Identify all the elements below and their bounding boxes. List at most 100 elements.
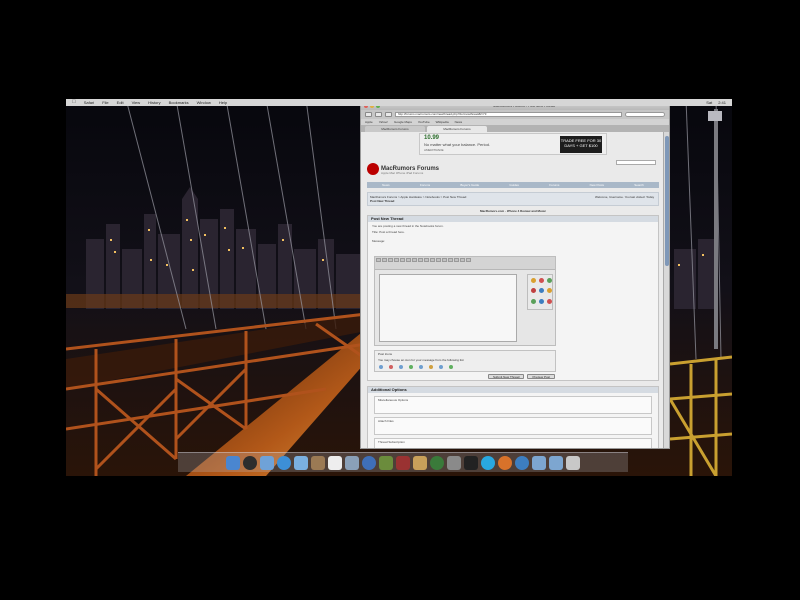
font-select[interactable] xyxy=(376,258,381,262)
nav-forums-2[interactable]: Forums xyxy=(549,182,559,188)
nav-forums[interactable]: Forums xyxy=(420,182,430,188)
folder-icon[interactable] xyxy=(532,455,546,470)
forward-button[interactable] xyxy=(375,112,382,117)
forum-search-input[interactable] xyxy=(616,160,656,165)
size-select[interactable] xyxy=(382,258,387,262)
submit-thread-button[interactable]: Submit New Thread xyxy=(488,374,525,379)
smiley-icon[interactable] xyxy=(531,278,536,283)
post-icon-radio[interactable] xyxy=(429,365,433,369)
skype-icon[interactable] xyxy=(481,455,495,470)
menu-item-edit[interactable]: Edit xyxy=(117,99,124,106)
bookmark-item[interactable]: News xyxy=(455,119,463,125)
menu-item-help[interactable]: Help xyxy=(219,99,227,106)
ical-icon[interactable] xyxy=(328,455,342,470)
bookmark-item[interactable]: Yahoo! xyxy=(379,119,388,125)
dashboard-icon[interactable] xyxy=(243,455,257,470)
menu-item-window[interactable]: Window xyxy=(197,99,211,106)
smiley-icon[interactable] xyxy=(547,288,552,294)
announcement-link[interactable]: MacRumors.com - iPhone 4 Review and Musi… xyxy=(367,209,659,213)
nav-search[interactable]: Search xyxy=(634,182,644,188)
align-center-button[interactable] xyxy=(430,258,435,262)
bold-button[interactable] xyxy=(406,258,411,262)
site-tagline: Apple Mac iPhone iPad Forums xyxy=(381,171,424,175)
menubar-clock[interactable]: 2:41 xyxy=(718,99,726,106)
ad-cta-button[interactable]: TRADE FREE FOR 30 DAYS + GET $100 xyxy=(560,136,602,153)
post-icon-radio[interactable] xyxy=(379,365,383,369)
message-textarea[interactable] xyxy=(379,274,517,342)
time-machine-icon[interactable] xyxy=(430,455,444,470)
nav-news[interactable]: News xyxy=(382,182,390,188)
undo-button[interactable] xyxy=(394,258,399,262)
post-icon-radio[interactable] xyxy=(399,365,403,369)
browser-toolbar: http://forums.macrumors.com/newthread.ph… xyxy=(361,110,669,119)
preview-icon[interactable] xyxy=(345,455,359,470)
color-picker[interactable] xyxy=(388,258,393,262)
scrollbar-thumb[interactable] xyxy=(665,136,669,266)
code-button[interactable] xyxy=(466,258,471,262)
post-icon-radio[interactable] xyxy=(389,365,393,369)
safari-icon[interactable] xyxy=(277,455,291,470)
site-logo[interactable]: MacRumors Forums Apple Mac iPhone iPad F… xyxy=(367,163,439,175)
browser-window: MacRumors Forums - Post New Thread http:… xyxy=(360,101,670,449)
monitor-screen:  Safari File Edit View History Bookmark… xyxy=(66,99,732,476)
downloads-icon[interactable] xyxy=(549,455,563,470)
firefox-icon[interactable] xyxy=(498,455,512,470)
list-button[interactable] xyxy=(442,258,447,262)
nav-new-posts[interactable]: New Posts xyxy=(590,182,604,188)
preview-post-button[interactable]: Preview Post xyxy=(527,374,555,379)
smiley-icon[interactable] xyxy=(539,278,544,283)
garageband-icon[interactable] xyxy=(413,455,427,470)
menu-item-safari[interactable]: Safari xyxy=(84,99,94,106)
post-icon-radio[interactable] xyxy=(439,365,443,369)
attach-files-box: Attach Files xyxy=(374,417,652,435)
ichat-icon[interactable] xyxy=(294,455,308,470)
app-store-icon[interactable] xyxy=(515,455,529,470)
menu-item-bookmarks[interactable]: Bookmarks xyxy=(169,99,189,106)
apple-icon[interactable]:  xyxy=(72,99,76,106)
menu-item-file[interactable]: File xyxy=(102,99,108,106)
align-right-button[interactable] xyxy=(436,258,441,262)
bookmark-item[interactable]: Apple xyxy=(365,119,373,125)
bookmark-item[interactable]: YouTube xyxy=(418,119,430,125)
smiley-icon[interactable] xyxy=(547,278,552,283)
smilies-box xyxy=(527,274,553,310)
post-icon-radio[interactable] xyxy=(409,365,413,369)
smiley-icon[interactable] xyxy=(531,298,536,304)
trash-icon[interactable] xyxy=(566,455,580,470)
bookmark-item[interactable]: Google Maps xyxy=(394,119,412,125)
address-book-icon[interactable] xyxy=(311,455,325,470)
banner-ad[interactable]: 10.99 No matter what your balance. Perio… xyxy=(419,133,607,155)
mail-icon[interactable] xyxy=(260,455,274,470)
itunes-icon[interactable] xyxy=(362,455,376,470)
redo-button[interactable] xyxy=(400,258,405,262)
smiley-icon[interactable] xyxy=(547,298,552,304)
back-button[interactable] xyxy=(365,112,372,117)
iphoto-icon[interactable] xyxy=(379,455,393,470)
add-bookmark-button[interactable] xyxy=(385,112,392,117)
smiley-icon[interactable] xyxy=(531,288,536,294)
menu-item-view[interactable]: View xyxy=(132,99,141,106)
breadcrumb: MacRumors Forums > Apple Hardware > Note… xyxy=(367,192,659,206)
browser-search-input[interactable] xyxy=(625,112,665,117)
post-icon-radio[interactable] xyxy=(449,365,453,369)
underline-button[interactable] xyxy=(418,258,423,262)
nav-buyers-guide[interactable]: Buyer's Guide xyxy=(460,182,479,188)
align-left-button[interactable] xyxy=(424,258,429,262)
address-bar[interactable]: http://forums.macrumors.com/newthread.ph… xyxy=(395,112,622,117)
finder-icon[interactable] xyxy=(226,455,240,470)
bookmark-item[interactable]: Wikipedia xyxy=(436,119,449,125)
quote-button[interactable] xyxy=(460,258,465,262)
post-icon-radio[interactable] xyxy=(419,365,423,369)
system-preferences-icon[interactable] xyxy=(447,455,461,470)
menu-item-history[interactable]: History xyxy=(148,99,160,106)
nav-guides[interactable]: Guides xyxy=(509,182,519,188)
smiley-icon[interactable] xyxy=(539,298,544,304)
smiley-icon[interactable] xyxy=(539,288,544,294)
terminal-icon[interactable] xyxy=(464,455,478,470)
italic-button[interactable] xyxy=(412,258,417,262)
imovie-icon[interactable] xyxy=(396,455,410,470)
page-scrollbar[interactable] xyxy=(663,132,669,448)
link-button[interactable] xyxy=(448,258,453,262)
light-pole xyxy=(714,109,718,349)
image-button[interactable] xyxy=(454,258,459,262)
